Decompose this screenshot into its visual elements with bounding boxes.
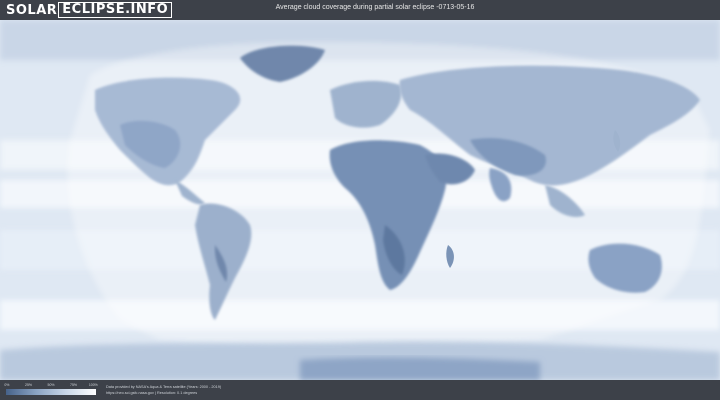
legend-color-bar xyxy=(6,389,96,395)
legend-tick-25: 25% xyxy=(24,383,33,387)
world-cloud-map xyxy=(0,20,720,380)
legend-tick-50: 50% xyxy=(47,383,55,387)
credits-line-2[interactable]: https://neo.sci.gsfc.nasa.gov | Resoluti… xyxy=(106,391,221,397)
data-credits: Data provided by NASA's Aqua & Terra sat… xyxy=(106,385,221,396)
legend-tick-100: 100% xyxy=(88,383,98,387)
legend-ticks: 0% 25% 50% 75% 100% xyxy=(4,383,98,387)
cloud-coverage-legend: 0% 25% 50% 75% 100% xyxy=(4,383,98,395)
legend-tick-75: 75% xyxy=(69,383,78,387)
credits-line-1: Data provided by NASA's Aqua & Terra sat… xyxy=(106,385,222,389)
page-title: Average cloud coverage during partial so… xyxy=(275,4,475,11)
legend-tick-0: 0% xyxy=(4,383,10,387)
